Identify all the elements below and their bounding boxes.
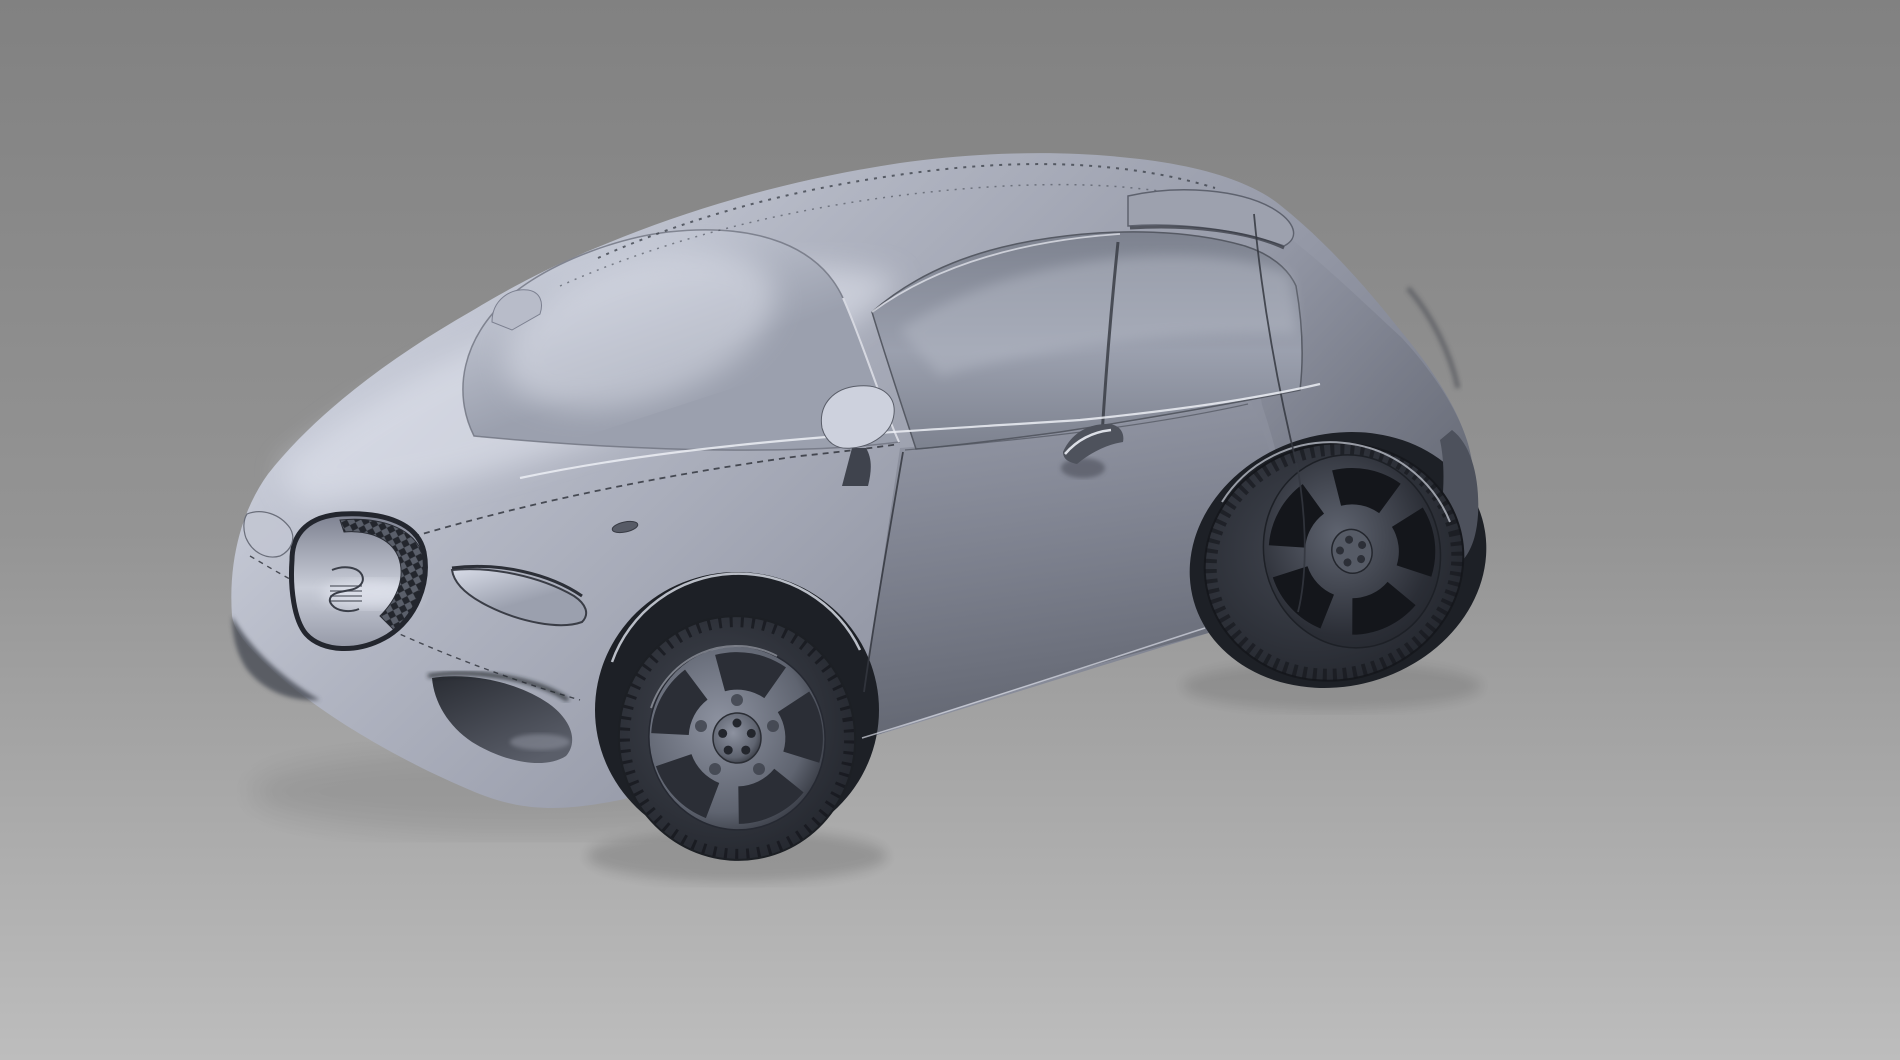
car-render-canvas: Gray CAD-style 3D render of a compact co…: [0, 0, 1900, 1060]
hub-dimple: [753, 763, 765, 775]
hub-dimple: [695, 720, 707, 732]
handle-recess-shadow: [1061, 458, 1105, 478]
hub-dimple: [709, 763, 721, 775]
lug-nut: [724, 746, 733, 755]
lug-nut: [733, 719, 742, 728]
render-viewport: Gray CAD-style 3D render of a compact co…: [0, 0, 1900, 1060]
intake-inner-glint: [510, 734, 570, 750]
lug-nut: [741, 746, 750, 755]
hub-dimple: [731, 694, 743, 706]
lug-nut: [747, 729, 756, 738]
lug-nut: [718, 729, 727, 738]
hub-dimple: [767, 720, 779, 732]
